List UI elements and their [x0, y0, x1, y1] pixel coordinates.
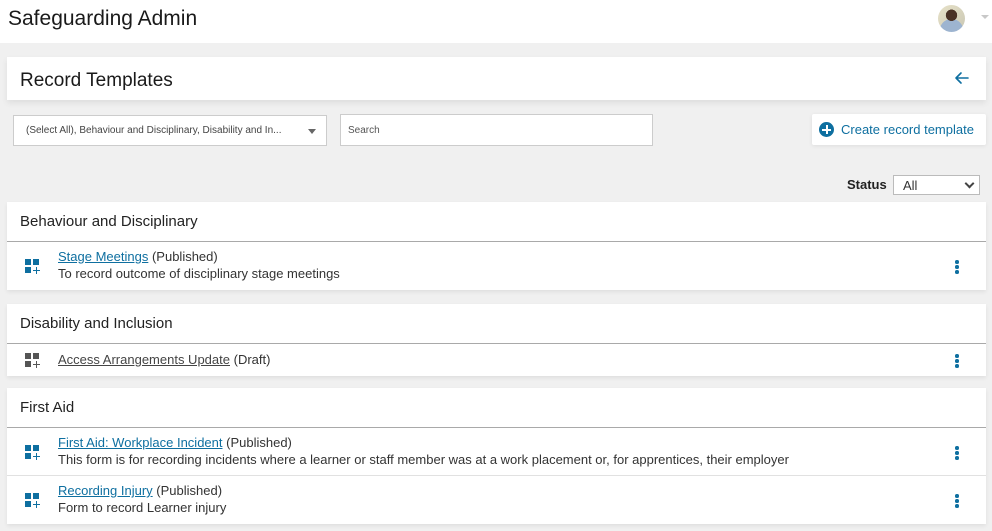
- chevron-down-icon: [964, 178, 975, 189]
- template-list-item: First Aid: Workplace Incident (Published…: [7, 428, 986, 476]
- template-title-line: First Aid: Workplace Incident (Published…: [58, 435, 789, 450]
- template-link[interactable]: Recording Injury: [58, 483, 153, 498]
- status-filter-value: All: [903, 178, 918, 193]
- template-title-line: Recording Injury (Published): [58, 483, 226, 498]
- template-info: Access Arrangements Update (Draft): [58, 352, 270, 367]
- template-status: (Published): [226, 435, 292, 450]
- template-info: Recording Injury (Published) Form to reco…: [58, 483, 226, 515]
- template-title-line: Access Arrangements Update (Draft): [58, 352, 270, 367]
- group-header: Behaviour and Disciplinary: [7, 202, 986, 242]
- template-info: First Aid: Workplace Incident (Published…: [58, 435, 789, 467]
- arrow-left-icon: [955, 72, 969, 84]
- category-filter-value: (Select All), Behaviour and Disciplinary…: [26, 125, 282, 136]
- more-options-icon[interactable]: [954, 494, 960, 508]
- search-input[interactable]: [340, 114, 653, 146]
- status-filter-select[interactable]: All: [893, 175, 980, 195]
- template-description: To record outcome of disciplinary stage …: [58, 266, 340, 281]
- template-link[interactable]: Access Arrangements Update: [58, 352, 230, 367]
- create-record-template-button[interactable]: Create record template: [812, 114, 986, 145]
- template-description: This form is for recording incidents whe…: [58, 452, 789, 467]
- more-options-icon[interactable]: [954, 260, 960, 274]
- draft-template-icon: [25, 353, 40, 368]
- template-list-item: Stage Meetings (Published) To record outc…: [7, 242, 986, 290]
- group-header: First Aid: [7, 388, 986, 428]
- template-group: Behaviour and Disciplinary Stage Meetings…: [7, 202, 986, 290]
- back-button[interactable]: [952, 68, 972, 88]
- group-title: Disability and Inclusion: [20, 315, 173, 332]
- create-button-label: Create record template: [841, 122, 974, 137]
- plus-circle-icon: [819, 122, 834, 137]
- status-filter-label: Status: [847, 177, 887, 192]
- app-title: Safeguarding Admin: [8, 7, 198, 30]
- template-group: Disability and Inclusion Access Arrangeme…: [7, 304, 986, 376]
- template-status: (Draft): [233, 352, 271, 367]
- caret-down-icon: [308, 129, 316, 134]
- more-options-icon[interactable]: [954, 354, 960, 368]
- template-link[interactable]: Stage Meetings: [58, 249, 148, 264]
- template-link[interactable]: First Aid: Workplace Incident: [58, 435, 223, 450]
- template-title-line: Stage Meetings (Published): [58, 249, 340, 264]
- category-filter-select[interactable]: (Select All), Behaviour and Disciplinary…: [13, 115, 327, 146]
- template-description: Form to record Learner injury: [58, 500, 227, 515]
- template-status: (Published): [156, 483, 223, 498]
- template-list-item: Recording Injury (Published) Form to reco…: [7, 476, 986, 524]
- published-template-icon: [25, 493, 40, 508]
- page-title: Record Templates: [20, 70, 173, 91]
- group-title: Behaviour and Disciplinary: [20, 213, 198, 230]
- group-header: Disability and Inclusion: [7, 304, 986, 344]
- more-options-icon[interactable]: [954, 446, 960, 460]
- user-avatar[interactable]: [938, 5, 965, 32]
- template-group: First Aid First Aid: Workplace Incident (…: [7, 388, 986, 524]
- template-list-item: Access Arrangements Update (Draft): [7, 344, 986, 376]
- published-template-icon: [25, 259, 40, 274]
- template-info: Stage Meetings (Published) To record outc…: [58, 249, 340, 281]
- top-bar: Safeguarding Admin: [0, 0, 992, 43]
- published-template-icon: [25, 445, 40, 460]
- page-header: Record Templates: [7, 57, 986, 100]
- template-status: (Published): [151, 249, 218, 264]
- chevron-down-icon[interactable]: [981, 15, 989, 19]
- group-title: First Aid: [20, 399, 75, 416]
